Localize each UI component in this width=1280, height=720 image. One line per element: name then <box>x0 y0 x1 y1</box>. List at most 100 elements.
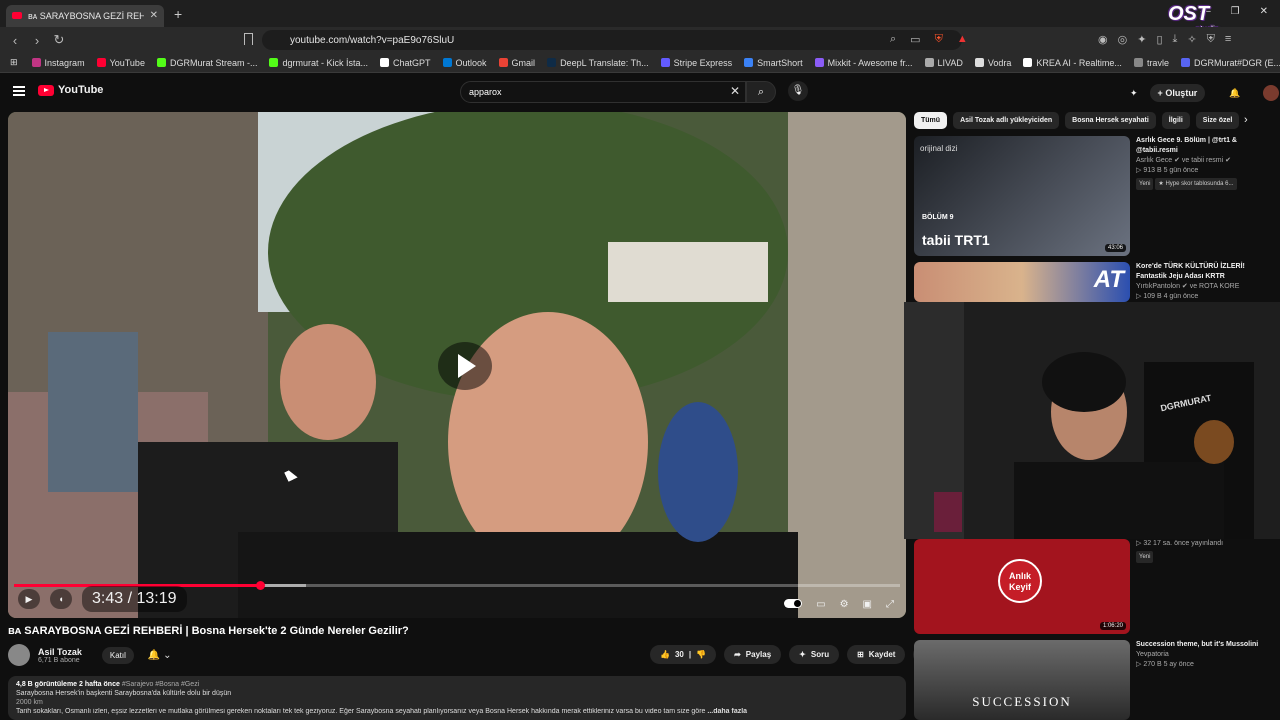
search-input[interactable]: apparox <box>460 81 746 103</box>
bookmark-item[interactable]: YouTube <box>96 58 145 68</box>
voice-search-button[interactable]: 🎙 <box>788 81 808 101</box>
share-label: Paylaş <box>745 650 772 659</box>
download-icon[interactable]: ⤓ <box>1173 33 1178 46</box>
notifications-bell-icon[interactable]: 🔔 <box>1229 88 1240 99</box>
url-field[interactable]: youtube.com/watch?v=paE9o76SluU <box>262 30 962 50</box>
recommendation-channel[interactable]: YırtıkPantolon ✔ ve ROTA KORE <box>1136 282 1276 292</box>
settings-gear-icon[interactable]: ⚙ <box>840 599 849 610</box>
recommendation-title[interactable]: Succession theme, but it's Mussolini <box>1136 640 1276 650</box>
puzzle-icon[interactable]: ✦ <box>1137 33 1146 46</box>
recommendation-thumbnail[interactable]: AT <box>914 262 1130 302</box>
forward-icon[interactable]: › <box>30 33 44 48</box>
video-player[interactable]: ▶ ◖ 3:43 / 13:19 ▭ ⚙ ▣ ⤢ <box>8 112 906 618</box>
reload-icon[interactable]: ↻ <box>52 32 66 48</box>
thumbs-down-icon[interactable]: 👎 <box>696 650 706 659</box>
apps-grid-icon[interactable]: ⊞ <box>10 57 18 68</box>
recommendation-title[interactable]: Kore'de TÜRK KÜLTÜRÜ İZLERİ! Fantastik J… <box>1136 262 1276 282</box>
filter-chip[interactable]: Asil Tozak adlı yükleyiciden <box>953 112 1060 129</box>
bookmark-item[interactable]: LIVAD <box>924 58 963 68</box>
back-icon[interactable]: ‹ <box>8 33 22 48</box>
like-button[interactable]: 👍 30 | 👎 <box>650 645 717 664</box>
sidebar-icon[interactable]: ▯ <box>1156 33 1162 46</box>
play-button[interactable]: ▶ <box>18 589 40 609</box>
recommendation-title[interactable]: Asrlık Gece 9. Bölüm | @trt1 & @tabii.re… <box>1136 136 1276 156</box>
bookmark-item[interactable]: Stripe Express <box>660 58 732 68</box>
youtube-logo[interactable]: YouTube <box>38 84 103 96</box>
menu-icon[interactable]: ≡ <box>1225 33 1231 46</box>
save-icon: ⊞ <box>857 650 864 659</box>
browser-tab-active[interactable]: ʙᴀ SARAYBOSNA GEZİ REHBERİ | ✕ <box>6 4 164 27</box>
bookmark-favicon-icon <box>814 58 824 67</box>
recommendation-channel[interactable]: Asrlık Gece ✔ ve tabii resmi ✔ <box>1136 156 1276 166</box>
bookmark-item[interactable]: DGRMurat#DGR (E... <box>1180 58 1280 68</box>
hashtags[interactable]: #Sarajevo #Bosna #Gezi <box>122 681 199 688</box>
create-button[interactable]: + Oluştur <box>1149 84 1206 102</box>
bookmark-item[interactable]: DGRMurat Stream -... <box>156 58 257 68</box>
bookmark-label: Outlook <box>455 57 487 68</box>
ai-icon[interactable]: ✦ <box>1130 88 1138 99</box>
bookmark-item[interactable]: DeepL Translate: Th... <box>547 58 649 68</box>
save-button[interactable]: ⊞ Kaydet <box>847 645 906 664</box>
cast-icon[interactable]: ▭ <box>910 33 920 46</box>
bookmark-page-icon[interactable] <box>244 33 253 45</box>
clear-search-icon[interactable]: ✕ <box>730 84 740 98</box>
recommendation-item[interactable]: Anlık Keyif 1:06:20 ▷ 32 17 sa. önce yay… <box>914 539 1280 634</box>
fullscreen-icon[interactable]: ⤢ <box>886 599 894 610</box>
bookmark-item[interactable]: ChatGPT <box>380 58 431 68</box>
autoplay-toggle[interactable] <box>784 599 803 608</box>
zoom-icon[interactable]: ⌕ <box>890 33 896 46</box>
big-play-button[interactable] <box>438 342 492 390</box>
bookmark-item[interactable]: Gmail <box>498 57 536 68</box>
bookmark-item[interactable]: travle <box>1133 58 1169 68</box>
chips-next-icon[interactable]: › <box>1244 114 1248 126</box>
bookmark-item[interactable]: dgrmurat - Kick İsta... <box>269 58 368 68</box>
bookmark-item[interactable]: SmartShort <box>744 58 803 68</box>
search-button[interactable]: ⌕ <box>746 81 776 103</box>
filter-chip[interactable]: Bosna Hersek seyahati <box>1065 112 1156 129</box>
join-button[interactable]: Katıl <box>101 646 134 664</box>
vpn-icon[interactable]: ⛨ <box>1207 33 1215 46</box>
window-close-icon[interactable]: ✕ <box>1260 6 1268 17</box>
show-more-link[interactable]: ...daha fazla <box>707 708 747 715</box>
user-avatar[interactable] <box>1262 85 1279 101</box>
subscriber-count: 6,71 B abone <box>38 656 80 664</box>
volume-icon[interactable]: ◖ <box>50 589 72 609</box>
bookmark-label: Gmail <box>511 57 536 68</box>
bookmark-item[interactable]: Instagram <box>31 58 85 68</box>
maximize-icon[interactable]: ❐ <box>1231 6 1240 17</box>
bookmark-item[interactable]: Outlook <box>442 57 487 68</box>
subtitles-icon[interactable]: ▭ <box>816 599 825 610</box>
player-controls-left: ▶ ◖ 3:43 / 13:19 <box>18 586 187 612</box>
recommendation-thumbnail[interactable]: orijinal dizi BÖLÜM 9 tabii TRT1 43:06 <box>914 136 1130 256</box>
brave-shield-icon[interactable]: ⛨ <box>935 33 943 46</box>
hamburger-menu-icon[interactable] <box>13 86 25 96</box>
share-button[interactable]: ➦ Paylaş <box>724 645 782 664</box>
brave-rewards-icon[interactable]: ▲ <box>957 33 968 46</box>
extension-icon[interactable]: ◉ <box>1098 33 1108 46</box>
extension-icon[interactable]: ◎ <box>1118 33 1128 46</box>
description-box[interactable]: 4,8 B görüntüleme 2 hafta önce #Sarajevo… <box>8 676 906 720</box>
channel-name[interactable]: Asil Tozak <box>38 647 82 657</box>
miniplayer-icon[interactable]: ▣ <box>863 599 872 610</box>
recommendation-channel[interactable]: Yevpatoria <box>1136 650 1276 660</box>
sparkle-icon: ✦ <box>799 650 806 659</box>
bookmark-item[interactable]: Mixkit - Awesome fr... <box>814 58 913 68</box>
recommendation-item[interactable]: SUCCESSION Succession theme, but it's Mu… <box>914 640 1280 720</box>
hype-badge: ★ Hype skor tablosunda 6... <box>1155 178 1237 190</box>
recommendation-item[interactable]: orijinal dizi BÖLÜM 9 tabii TRT1 43:06 A… <box>914 136 1280 256</box>
new-tab-button[interactable]: + <box>174 6 182 22</box>
bookmark-item[interactable]: Vodra <box>974 58 1011 68</box>
filter-chip[interactable]: Size özel <box>1195 112 1240 129</box>
channel-avatar[interactable] <box>8 644 30 666</box>
filter-chip[interactable]: İlgili <box>1161 112 1190 129</box>
filter-chip[interactable]: Tümü <box>914 112 948 129</box>
recommendation-thumbnail[interactable]: Anlık Keyif 1:06:20 <box>914 539 1130 634</box>
description-text: Tarih sokakları, Osmanlı izleri, eşsiz l… <box>16 708 748 715</box>
recommendation-thumbnail[interactable]: SUCCESSION <box>914 640 1130 720</box>
bookmark-item[interactable]: KREA AI - Realtime... <box>1023 58 1122 68</box>
close-tab-icon[interactable]: ✕ <box>150 10 158 21</box>
ask-button[interactable]: ✦ Soru <box>789 645 840 664</box>
leo-icon[interactable]: ✧ <box>1187 33 1196 46</box>
subscription-bell-icon[interactable]: 🔔 ⌄ <box>148 650 172 661</box>
recommendation-item[interactable]: AT Kore'de TÜRK KÜLTÜRÜ İZLERİ! Fantasti… <box>914 262 1280 302</box>
